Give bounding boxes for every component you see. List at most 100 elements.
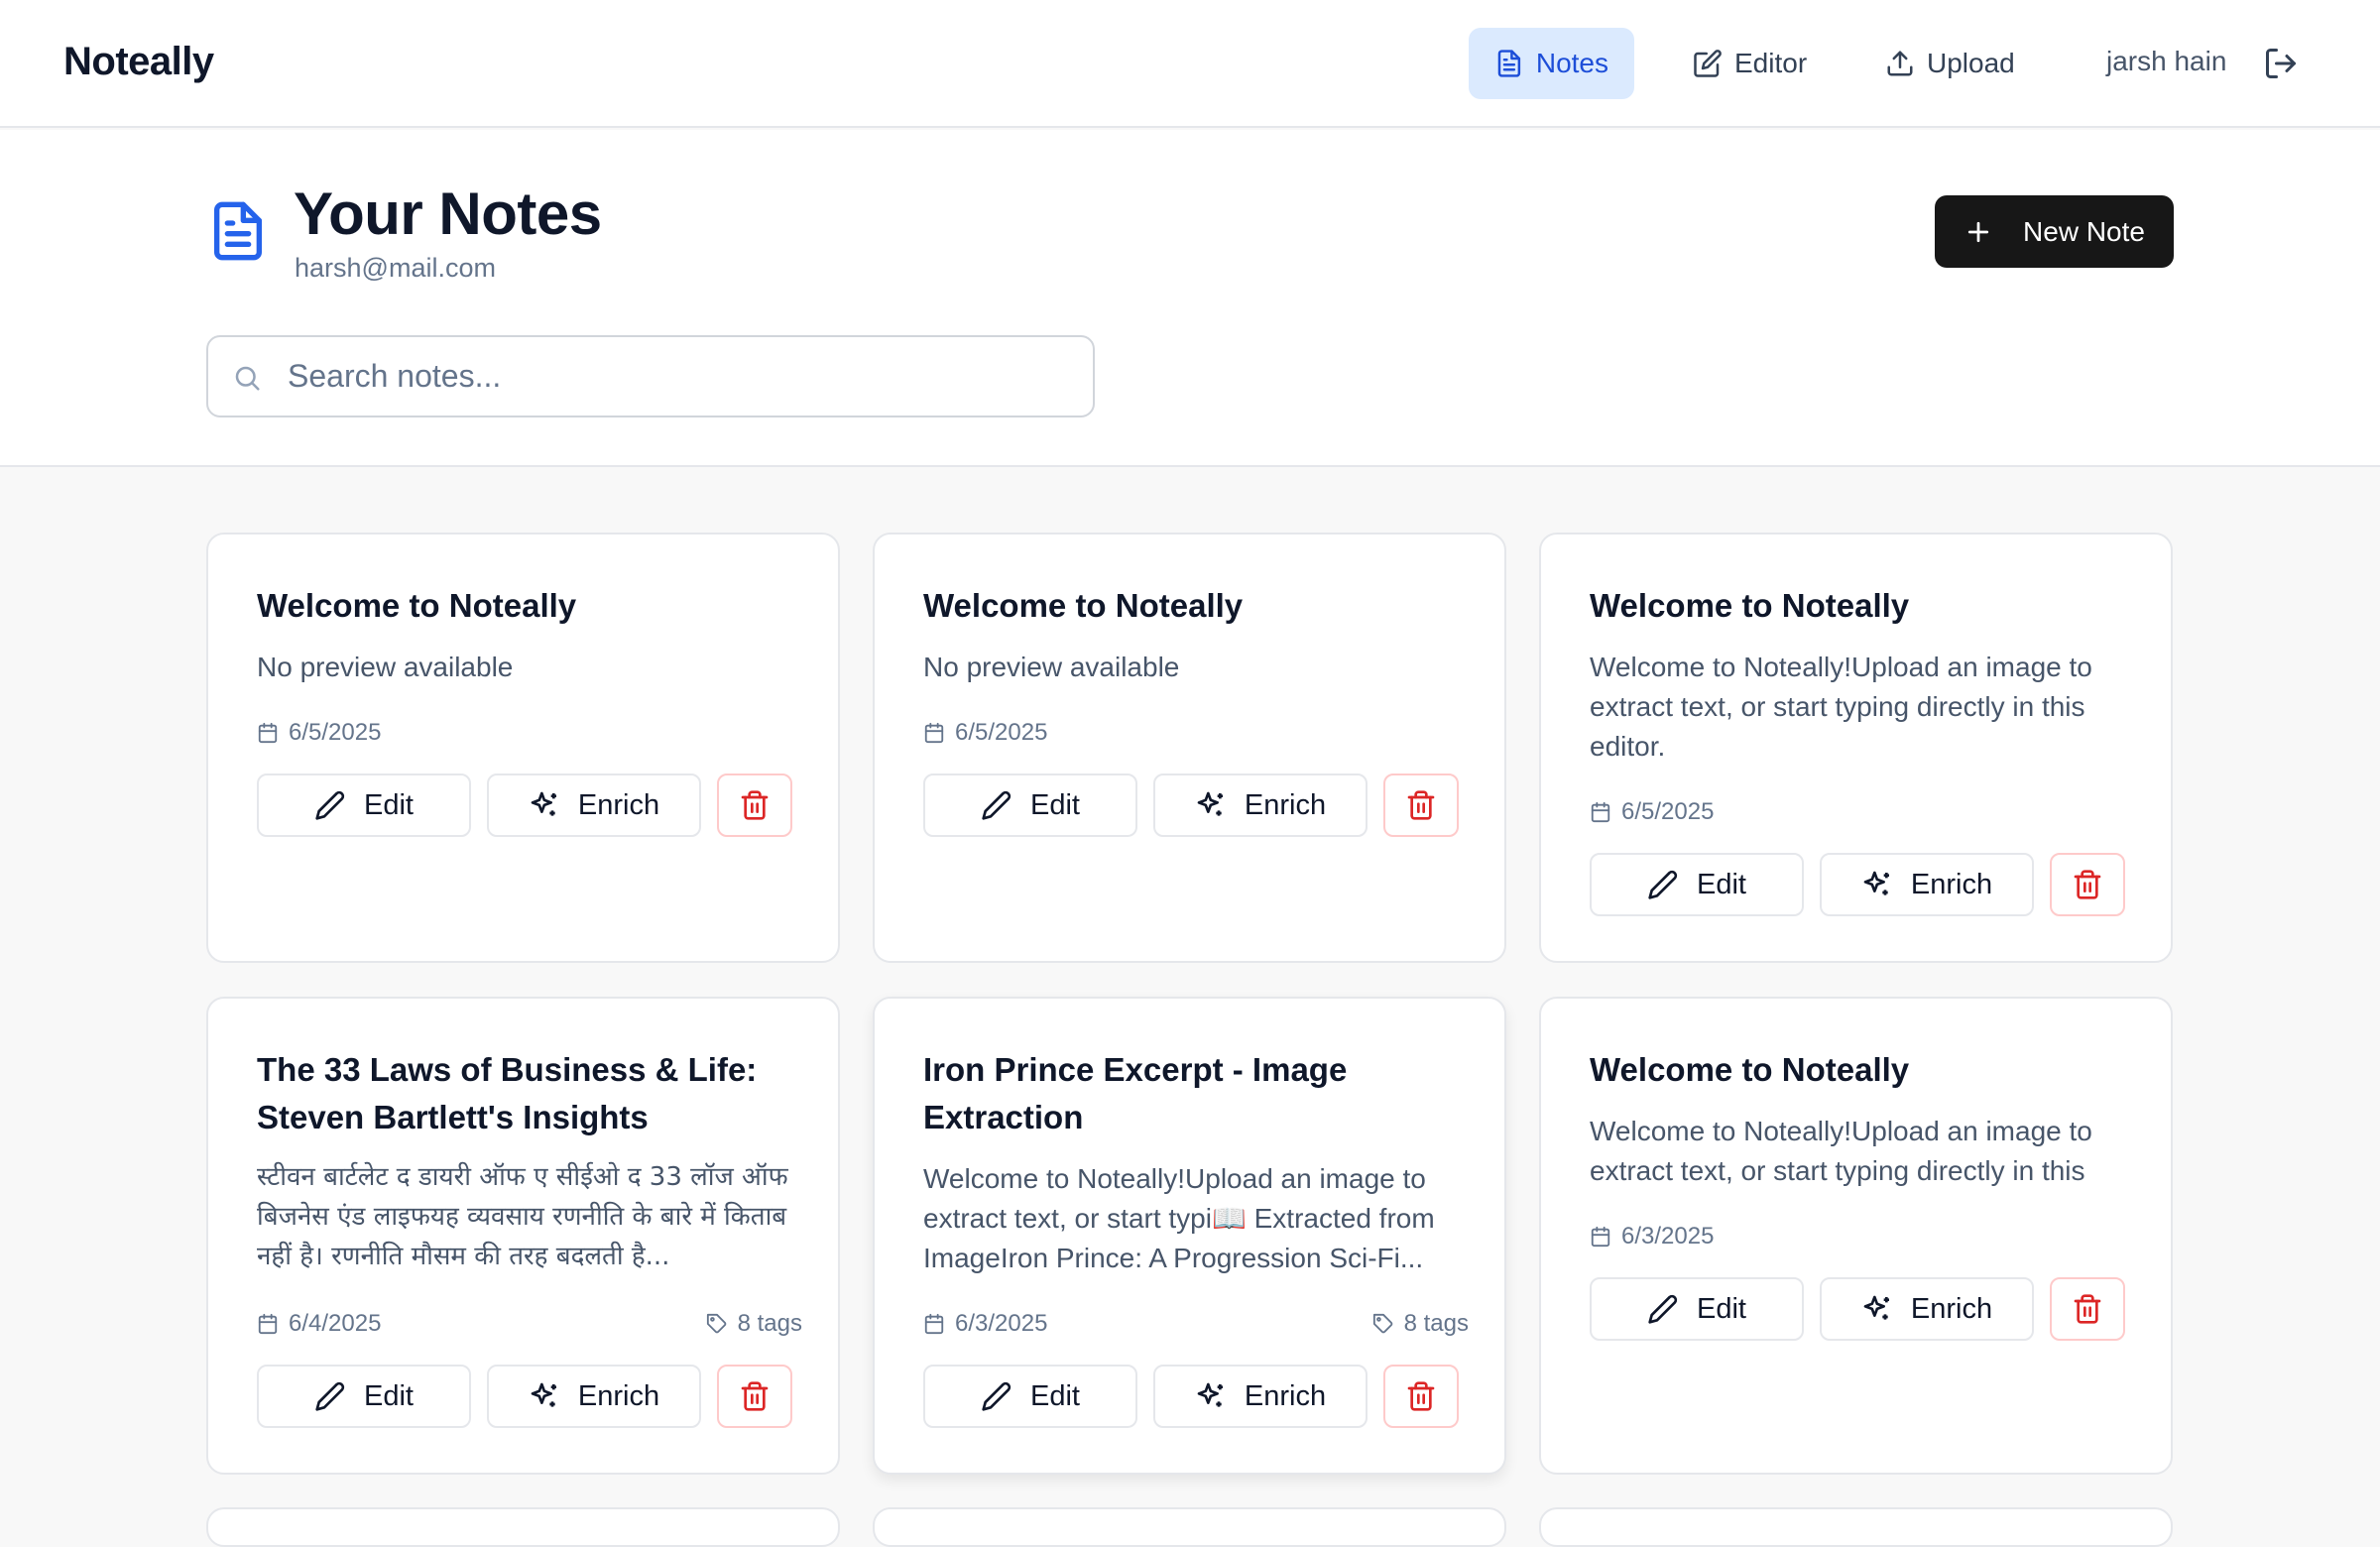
delete-button[interactable] (1383, 774, 1459, 837)
nav-notes-button[interactable]: Notes (1469, 28, 1634, 99)
note-title: The 33 Laws of Business & Life: Steven B… (257, 1051, 758, 1135)
enrich-button[interactable]: Enrich (1153, 774, 1368, 837)
note-title: Iron Prince Excerpt - Image Extraction (923, 1051, 1348, 1135)
note-actions: Edit Enrich (1590, 853, 2145, 916)
pencil-icon (1648, 870, 1678, 899)
edit-button[interactable]: Edit (923, 1365, 1137, 1428)
enrich-button[interactable]: Enrich (1820, 853, 2034, 916)
sparkles-icon (531, 791, 556, 816)
note-date: 6/4/2025 (289, 1310, 382, 1337)
note-preview: स्टीवन बार्टलेट द डायरी ऑफ ए सीईओ द 33 ल… (257, 1162, 788, 1271)
tag-icon (706, 1313, 726, 1334)
note-date: 6/3/2025 (955, 1310, 1048, 1337)
edit-label: Edit (1030, 788, 1080, 821)
enrich-label: Enrich (1244, 788, 1327, 821)
delete-button[interactable] (2050, 853, 2125, 916)
sparkles-icon (1197, 1382, 1223, 1407)
enrich-label: Enrich (1910, 868, 1993, 900)
delete-button[interactable] (717, 1365, 792, 1428)
note-actions: Edit Enrich (257, 774, 812, 837)
page-title: Your Notes (294, 180, 602, 247)
note-date: 6/5/2025 (289, 719, 382, 746)
pencil-icon (982, 790, 1012, 820)
note-meta: 6/5/2025 (257, 719, 802, 751)
note-preview: No preview available (257, 652, 514, 682)
note-card[interactable] (1539, 1507, 2173, 1547)
edit-label: Edit (364, 788, 414, 821)
edit-button[interactable]: Edit (257, 1365, 471, 1428)
trash-icon (2074, 870, 2101, 899)
note-card[interactable]: Welcome to Noteally No preview available… (873, 533, 1506, 963)
note-tag-count: 8 tags (1403, 1310, 1469, 1337)
trash-icon (741, 790, 769, 820)
enrich-label: Enrich (577, 1379, 660, 1412)
delete-button[interactable] (717, 774, 792, 837)
user-email: harsh@mail.com (295, 253, 496, 283)
search-icon (235, 366, 260, 391)
note-title: Welcome to Noteally (1590, 1051, 1910, 1088)
sparkles-icon (531, 1382, 556, 1407)
note-preview: Welcome to Noteally!Upload an image to e… (1590, 652, 2092, 762)
search-input[interactable] (288, 337, 1081, 416)
calendar-icon (258, 722, 278, 744)
note-card[interactable]: Welcome to Noteally Welcome to Noteally!… (1539, 997, 2173, 1475)
nav-notes-label: Notes (1535, 48, 1608, 78)
note-card[interactable] (206, 1507, 840, 1547)
note-card[interactable]: The 33 Laws of Business & Life: Steven B… (206, 997, 840, 1475)
note-preview: Welcome to Noteally!Upload an image to e… (1590, 1116, 2092, 1186)
enrich-button[interactable]: Enrich (1153, 1365, 1368, 1428)
note-meta: 6/3/2025 (1590, 1223, 2135, 1254)
nav-editor-label: Editor (1734, 48, 1808, 78)
note-preview: No preview available (923, 652, 1180, 682)
delete-button[interactable] (1383, 1365, 1459, 1428)
trash-icon (2074, 1294, 2101, 1324)
edit-label: Edit (1697, 1292, 1746, 1325)
plus-icon (1967, 221, 1989, 242)
note-card[interactable]: Welcome to Noteally Welcome to Noteally!… (1539, 533, 2173, 963)
edit-label: Edit (364, 1379, 414, 1412)
note-meta: 6/5/2025 (1590, 798, 2135, 830)
note-date: 6/5/2025 (1621, 798, 1715, 825)
pencil-square-icon (1694, 50, 1722, 77)
upload-icon (1887, 51, 1913, 76)
calendar-icon (924, 722, 944, 744)
note-actions: Edit Enrich (923, 774, 1479, 837)
note-meta: 6/4/2025 8 tags (257, 1310, 802, 1342)
edit-button[interactable]: Edit (923, 774, 1137, 837)
logout-icon[interactable] (2263, 46, 2299, 81)
note-meta: 6/3/2025 8 tags (923, 1310, 1469, 1342)
edit-button[interactable]: Edit (257, 774, 471, 837)
edit-label: Edit (1697, 868, 1746, 900)
file-text-icon (1497, 50, 1521, 77)
top-navigation-bar: Noteally Notes Editor Upload jarsh hain (0, 0, 2380, 128)
new-note-label: New Note (2023, 215, 2145, 247)
note-card[interactable]: Iron Prince Excerpt - Image Extraction W… (873, 997, 1506, 1475)
nav-upload-button[interactable]: Upload (1859, 28, 2041, 99)
nav-editor-button[interactable]: Editor (1667, 28, 1833, 99)
enrich-button[interactable]: Enrich (487, 1365, 701, 1428)
edit-button[interactable]: Edit (1590, 1277, 1804, 1341)
calendar-icon (1591, 801, 1610, 823)
file-text-icon (214, 201, 262, 261)
enrich-label: Enrich (1910, 1292, 1993, 1325)
note-actions: Edit Enrich (1590, 1277, 2145, 1341)
enrich-label: Enrich (577, 788, 660, 821)
sparkles-icon (1863, 1295, 1889, 1320)
edit-button[interactable]: Edit (1590, 853, 1804, 916)
enrich-button[interactable]: Enrich (1820, 1277, 2034, 1341)
trash-icon (1407, 790, 1435, 820)
pencil-icon (982, 1381, 1012, 1411)
delete-button[interactable] (2050, 1277, 2125, 1341)
note-card[interactable]: Welcome to Noteally No preview available… (206, 533, 840, 963)
note-title: Welcome to Noteally (1590, 587, 1910, 624)
enrich-button[interactable]: Enrich (487, 774, 701, 837)
note-date: 6/3/2025 (1621, 1223, 1715, 1250)
calendar-icon (924, 1313, 944, 1335)
note-title: Welcome to Noteally (257, 587, 577, 624)
note-card[interactable] (873, 1507, 1506, 1547)
note-actions: Edit Enrich (257, 1365, 812, 1428)
trash-icon (741, 1381, 769, 1411)
app-logo[interactable]: Noteally (63, 40, 214, 84)
note-tag-count: 8 tags (737, 1310, 802, 1337)
new-note-button[interactable]: New Note (1935, 195, 2174, 268)
